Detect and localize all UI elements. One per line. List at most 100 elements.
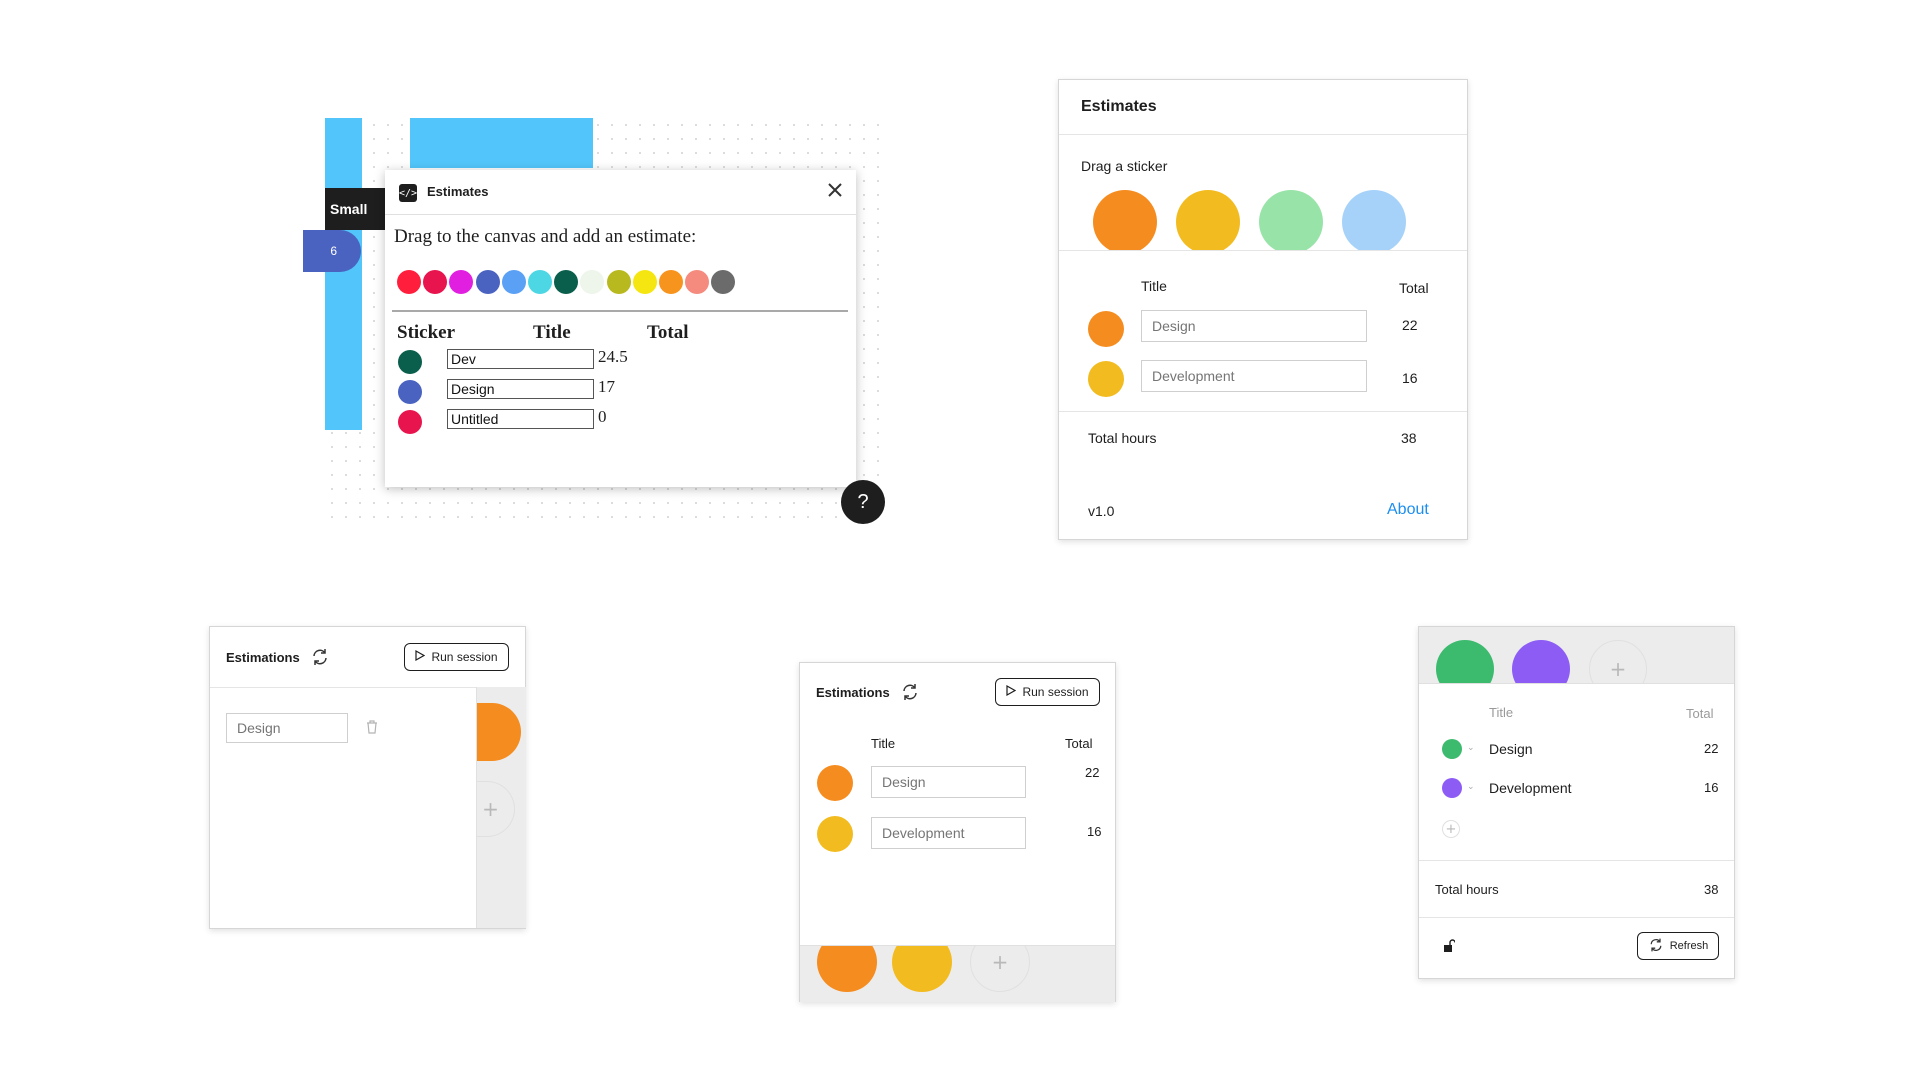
estimations-table-panel: Estimations Run session Title Total + 22… <box>799 662 1116 1002</box>
sticker-tray: + <box>1419 627 1734 684</box>
palette-color-swatch[interactable] <box>580 270 605 294</box>
col-title: Title <box>1141 278 1167 294</box>
refresh-icon[interactable] <box>900 682 920 702</box>
estimations-editor: Estimations Run session + <box>209 626 526 929</box>
unlock-icon[interactable] <box>1443 939 1456 953</box>
version-label: v1.0 <box>1088 503 1115 519</box>
add-sticker-button[interactable]: + <box>477 781 515 837</box>
col-total: Total <box>1686 706 1714 721</box>
sticker-sidebar: + <box>476 687 526 928</box>
title-input[interactable] <box>447 349 594 369</box>
run-session-label: Run session <box>1022 685 1089 699</box>
title-input[interactable] <box>1141 360 1367 392</box>
total-value: 0 <box>598 407 607 426</box>
sticker-orange[interactable] <box>477 703 521 761</box>
total-value: 16 <box>1087 824 1102 839</box>
sticker[interactable] <box>1176 190 1240 250</box>
plugin-window: </> Estimates Drag to the canvas and add… <box>385 170 856 487</box>
total-hours-label: Total hours <box>1088 430 1157 446</box>
run-session-button[interactable]: Run session <box>995 678 1100 706</box>
refresh-label: Refresh <box>1669 940 1709 952</box>
sticker[interactable] <box>1093 190 1157 250</box>
add-sticker-button[interactable]: + <box>1589 640 1647 683</box>
run-session-button[interactable]: Run session <box>404 643 509 671</box>
refresh-button[interactable]: Refresh <box>1637 932 1719 960</box>
refresh-icon[interactable] <box>310 647 330 667</box>
title-input[interactable] <box>447 409 594 429</box>
chevron-down-icon[interactable]: ⌄ <box>1467 742 1475 753</box>
palette-color-swatch[interactable] <box>685 270 710 294</box>
total-hours-label: Total hours <box>1435 882 1499 897</box>
canvas-badge[interactable]: 6 <box>303 230 361 272</box>
plugin-title: Estimates <box>427 184 489 199</box>
col-title: Title <box>871 736 896 751</box>
add-row-button[interactable]: + <box>1442 820 1460 838</box>
title-input[interactable] <box>871 817 1026 849</box>
estimates-compact-panel: + Title Total + Total hours 38 Refresh ⌄… <box>1418 626 1735 979</box>
sticker-color-dot[interactable] <box>817 765 853 801</box>
panel-title: Estimations <box>226 650 300 665</box>
palette-color-swatch[interactable] <box>632 270 657 294</box>
sticker-color-dot[interactable] <box>1088 361 1124 397</box>
sticker-color-dot[interactable] <box>817 816 853 852</box>
total-value: 24.5 <box>598 347 628 366</box>
plugin-icon: </> <box>399 184 417 202</box>
col-total: Total <box>1065 736 1093 751</box>
total-value: 22 <box>1085 765 1100 780</box>
play-icon <box>415 649 426 664</box>
total-value: 17 <box>598 377 615 396</box>
refresh-icon <box>1648 937 1664 956</box>
instruction-text: Drag to the canvas and add an estimate: <box>394 226 697 247</box>
palette-color-swatch[interactable] <box>397 270 421 294</box>
sticker-tray: + <box>800 945 1115 1002</box>
title-input[interactable] <box>226 713 348 743</box>
sticker[interactable] <box>1259 190 1323 250</box>
sticker[interactable] <box>817 946 877 992</box>
sticker-color-dot[interactable] <box>1442 778 1462 798</box>
canvas-frame-blue[interactable] <box>325 118 362 430</box>
run-session-label: Run session <box>431 650 498 664</box>
palette-color-swatch[interactable] <box>659 270 683 294</box>
drag-label: Drag a sticker <box>1081 158 1168 174</box>
col-title: Title <box>1489 705 1514 720</box>
play-icon <box>1006 684 1017 699</box>
estimates-panel: Estimates Drag a sticker Title Total Tot… <box>1058 79 1468 540</box>
rows-divider <box>1059 411 1467 412</box>
tray-divider <box>1059 250 1467 251</box>
palette-color-swatch[interactable] <box>475 270 500 294</box>
total-value: 22 <box>1704 741 1719 756</box>
palette-color-swatch[interactable] <box>606 270 631 294</box>
col-title: Title <box>533 322 571 343</box>
chevron-down-icon[interactable]: ⌄ <box>1467 781 1475 792</box>
about-link[interactable]: About <box>1387 501 1429 519</box>
sticker[interactable] <box>1512 640 1570 683</box>
col-sticker: Sticker <box>397 322 456 343</box>
help-button[interactable]: ? <box>841 480 885 524</box>
total-value: 16 <box>1402 370 1418 386</box>
sticker[interactable] <box>1342 190 1406 250</box>
title-input[interactable] <box>1141 310 1367 342</box>
total-value: 22 <box>1402 317 1418 333</box>
rows-divider <box>1419 860 1734 861</box>
total-hours-value: 38 <box>1704 882 1719 897</box>
sticker-color-dot[interactable] <box>1442 739 1462 759</box>
trash-icon[interactable] <box>365 719 379 735</box>
title-input[interactable] <box>447 379 594 399</box>
sticker[interactable] <box>892 946 952 992</box>
canvas-rect-blue[interactable] <box>410 118 593 168</box>
palette-color-swatch[interactable] <box>449 270 474 294</box>
palette-color-swatch[interactable] <box>423 270 448 294</box>
palette-color-swatch[interactable] <box>711 270 736 294</box>
sticker-color-dot <box>398 380 422 404</box>
palette-color-swatch[interactable] <box>554 270 579 294</box>
row-title[interactable]: Design <box>1489 741 1533 757</box>
col-total: Total <box>1399 280 1429 296</box>
sticker[interactable] <box>1436 640 1494 683</box>
sticker-color-dot[interactable] <box>1088 311 1124 347</box>
add-sticker-button[interactable]: + <box>970 946 1030 992</box>
close-icon[interactable] <box>825 180 845 200</box>
title-input[interactable] <box>871 766 1026 798</box>
palette-color-swatch[interactable] <box>501 270 526 294</box>
palette-color-swatch[interactable] <box>528 270 552 294</box>
row-title[interactable]: Development <box>1489 780 1572 796</box>
